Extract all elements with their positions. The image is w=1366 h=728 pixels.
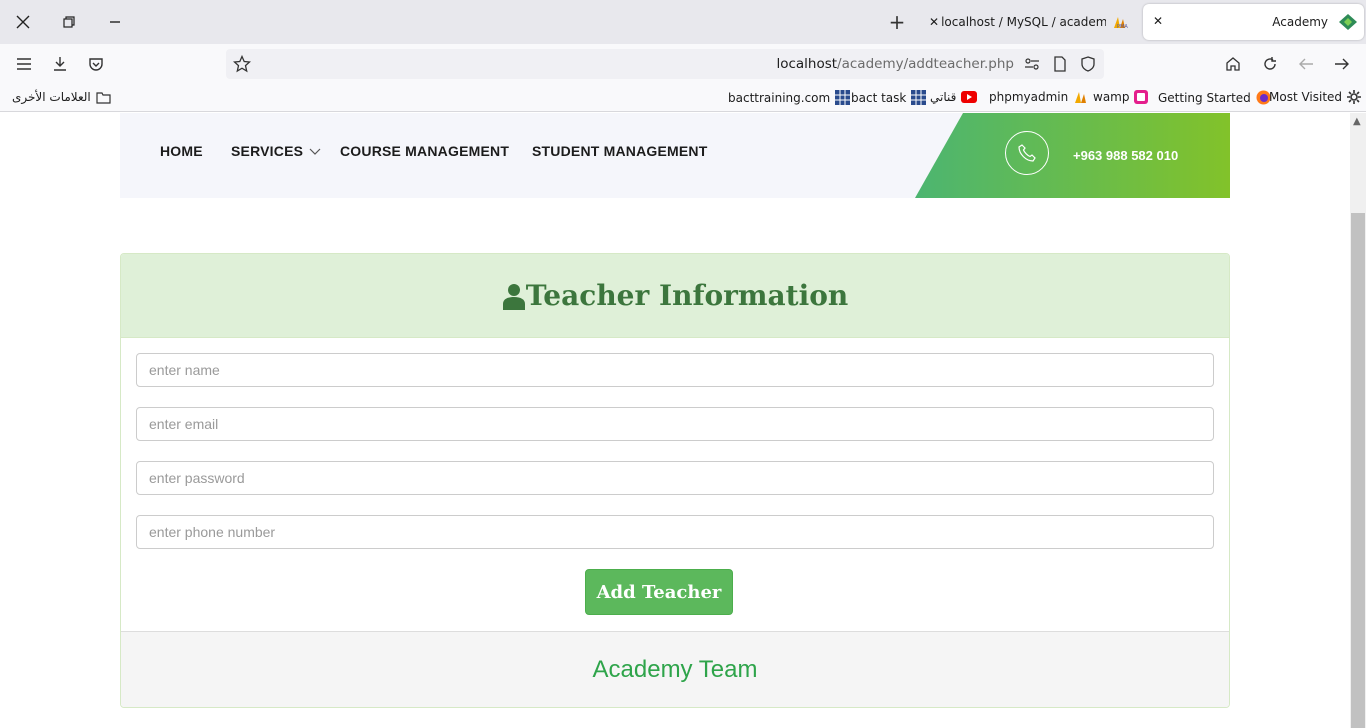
permissions-icon[interactable] xyxy=(1020,52,1044,76)
nav-services[interactable]: SERVICES xyxy=(231,143,321,159)
bookmark-star-icon[interactable] xyxy=(230,52,254,76)
tab-title: Academy xyxy=(1272,15,1328,29)
nav-student-management[interactable]: STUDENT MANAGEMENT xyxy=(532,143,707,159)
teacher-form-panel: Teacher Information Add Teacher Academy … xyxy=(120,253,1230,708)
bookmark-getting-started[interactable]: Getting Started xyxy=(1158,90,1271,105)
pma-icon xyxy=(1075,92,1087,103)
folder-icon xyxy=(96,91,111,104)
phone-number[interactable]: +963 988 582 010 xyxy=(1073,148,1178,163)
bookmark-wamp[interactable]: wamp xyxy=(1093,90,1149,104)
back-icon[interactable] xyxy=(1294,52,1318,76)
url-bar[interactable]: localhost/academy/addteacher.php xyxy=(226,49,1104,79)
menu-icon[interactable] xyxy=(12,52,36,76)
close-window-icon[interactable] xyxy=(11,10,35,34)
navigation-bar: localhost/academy/addteacher.php xyxy=(0,44,1366,84)
bookmark-label: bact task xyxy=(851,90,907,105)
scroll-up-icon[interactable]: ▲ xyxy=(1353,116,1361,127)
url-text[interactable]: localhost/academy/addteacher.php xyxy=(776,56,1014,72)
page-scrollbar[interactable]: ▲ xyxy=(1350,113,1366,728)
tab-academy[interactable]: ✕ Academy xyxy=(1143,4,1364,40)
add-teacher-button[interactable]: Add Teacher xyxy=(585,569,733,615)
wamp-icon xyxy=(1134,90,1149,104)
url-path: /academy/addteacher.php xyxy=(837,56,1014,72)
reload-icon[interactable] xyxy=(1258,52,1282,76)
page-viewport: HOME SERVICES COURSE MANAGEMENT STUDENT … xyxy=(0,113,1350,728)
panel-heading: Teacher Information xyxy=(121,254,1229,338)
bookmark-bact-task[interactable]: bact task xyxy=(851,90,927,105)
user-icon xyxy=(502,283,525,310)
bookmark-label: قناتي xyxy=(930,90,957,104)
chevron-down-icon xyxy=(309,148,321,155)
nav-home[interactable]: HOME xyxy=(160,143,203,159)
bookmark-label: wamp xyxy=(1093,90,1130,104)
pocket-icon[interactable] xyxy=(84,52,108,76)
phone-banner: +963 988 582 010 xyxy=(915,113,1230,198)
bookmarks-bar: العلامات الأخرى bacttraining.com bact ta… xyxy=(0,84,1366,112)
phone-icon[interactable] xyxy=(1005,131,1049,175)
tab-phpmyadmin[interactable]: ✕ localhost / MySQL / academy / PMA xyxy=(926,4,1136,40)
svg-text:PMA: PMA xyxy=(1117,24,1128,29)
academy-logo-icon xyxy=(1339,14,1357,30)
gear-icon xyxy=(1347,90,1362,104)
url-host: localhost xyxy=(776,56,838,72)
page-title-text: Teacher Information xyxy=(525,279,849,312)
bookmark-other[interactable]: العلامات الأخرى xyxy=(12,90,111,104)
bookmark-label: bacttraining.com xyxy=(728,90,831,105)
bookmark-phpmyadmin[interactable]: phpmyadmin xyxy=(989,90,1091,104)
scrollbar-thumb[interactable] xyxy=(1351,213,1365,728)
bookmark-label: phpmyadmin xyxy=(989,90,1069,104)
grid-icon xyxy=(911,90,927,105)
bookmark-my-channel[interactable]: قناتي xyxy=(930,90,978,104)
forward-icon[interactable] xyxy=(1330,52,1354,76)
password-input[interactable] xyxy=(136,461,1214,495)
name-input[interactable] xyxy=(136,353,1214,387)
footer-text: Academy Team xyxy=(592,655,758,683)
tab-bar: + ✕ localhost / MySQL / academy / PMA ✕ … xyxy=(0,0,1366,44)
tab-title: localhost / MySQL / academy / xyxy=(941,15,1107,29)
downloads-icon[interactable] xyxy=(48,52,72,76)
panel-footer: Academy Team xyxy=(121,631,1229,707)
bookmark-most-visited[interactable]: Most Visited xyxy=(1269,90,1362,104)
page-title: Teacher Information xyxy=(502,279,849,312)
close-tab-icon[interactable]: ✕ xyxy=(929,15,939,29)
bookmark-label: Getting Started xyxy=(1158,90,1251,105)
email-input[interactable] xyxy=(136,407,1214,441)
phone-input[interactable] xyxy=(136,515,1214,549)
youtube-icon xyxy=(961,91,978,103)
home-icon[interactable] xyxy=(1221,52,1245,76)
bookmark-bacttraining[interactable]: bacttraining.com xyxy=(728,90,851,105)
reader-view-icon[interactable] xyxy=(1048,52,1072,76)
pma-icon: PMA xyxy=(1114,17,1128,29)
grid-icon xyxy=(835,90,851,105)
nav-services-label: SERVICES xyxy=(231,143,304,159)
close-tab-icon[interactable]: ✕ xyxy=(1153,14,1163,28)
minimize-window-icon[interactable] xyxy=(103,10,127,34)
new-tab-button[interactable]: + xyxy=(886,10,908,34)
nav-course-management[interactable]: COURSE MANAGEMENT xyxy=(340,143,509,159)
bookmark-label: Most Visited xyxy=(1269,90,1343,104)
restore-window-icon[interactable] xyxy=(57,10,81,34)
shield-icon[interactable] xyxy=(1076,52,1100,76)
bookmark-label: العلامات الأخرى xyxy=(12,90,91,104)
